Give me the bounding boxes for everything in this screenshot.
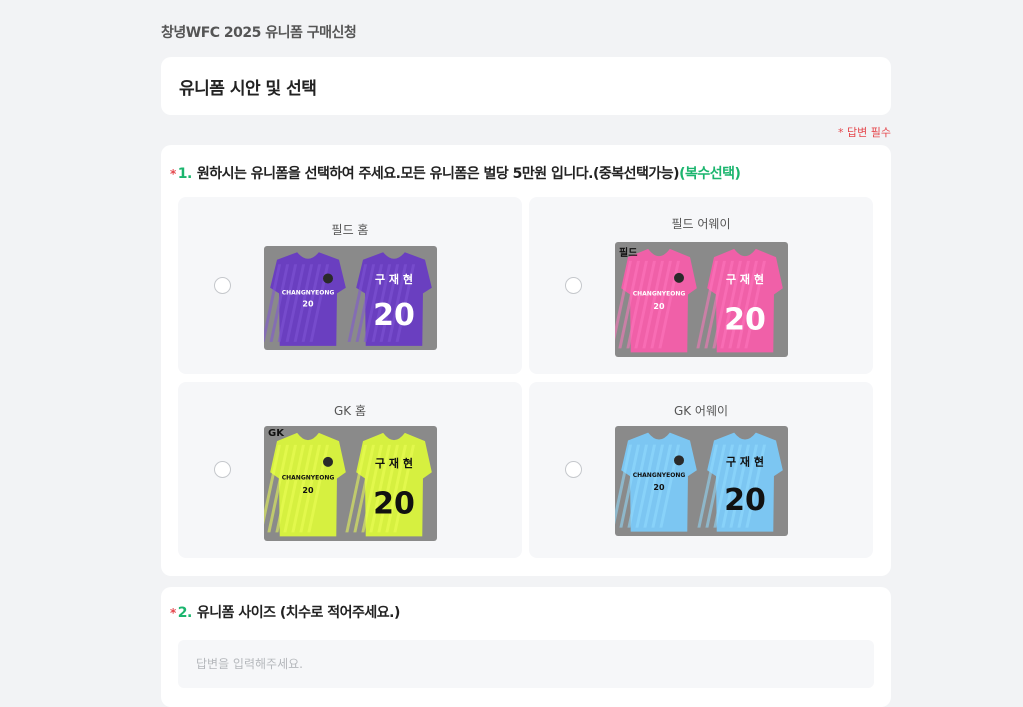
uniform-option[interactable]: 필드 어웨이 CHANGNYEONG 20 구 재 현 20 필드 (529, 197, 873, 374)
question-number: 2. (177, 605, 193, 621)
jersey-graphic: CHANGNYEONG 20 구 재 현 20 (615, 426, 788, 536)
jersey-back-number: 20 (373, 298, 415, 333)
jersey-front-number: 20 (302, 486, 314, 495)
jersey-front (621, 248, 697, 353)
option-label: 필드 어웨이 (671, 217, 731, 231)
uniform-option[interactable]: GK 어웨이 CHANGNYEONG 20 구 재 현 20 (529, 382, 873, 558)
option-label: GK 어웨이 (673, 404, 729, 418)
option-radio[interactable] (565, 461, 582, 478)
jersey-back-number: 20 (724, 483, 766, 518)
jersey-back-number: 20 (373, 487, 415, 522)
question-2-card: * 2. 유니폼 사이즈 (치수로 적어주세요.) (161, 587, 891, 707)
question-1-heading: * 1. 원하시는 유니폼을 선택하여 주세요.모든 유니폼은 벌당 5만원 입… (170, 163, 741, 183)
question-1-card: * 1. 원하시는 유니폼을 선택하여 주세요.모든 유니폼은 벌당 5만원 입… (161, 145, 891, 576)
jersey-club-text: CHANGNYEONG (282, 289, 335, 296)
question-extra: (복수선택) (679, 166, 741, 182)
jersey-club-text: CHANGNYEONG (633, 290, 686, 297)
required-asterisk: * (170, 606, 176, 620)
jersey-club-text: CHANGNYEONG (282, 474, 335, 481)
jersey-player-name: 구 재 현 (375, 272, 413, 286)
option-radio[interactable] (214, 277, 231, 294)
question-number: 1. (177, 166, 193, 182)
question-2-heading: * 2. 유니폼 사이즈 (치수로 적어주세요.) (170, 602, 400, 622)
crest-icon (323, 456, 333, 467)
uniform-option[interactable]: 필드 홈 CHANGNYEONG 20 구 재 현 20 (178, 197, 522, 374)
required-asterisk: * (170, 167, 176, 181)
option-label: GK 홈 (333, 404, 367, 418)
jersey-club-text: CHANGNYEONG (633, 472, 686, 479)
question-text: 원하시는 유니폼을 선택하여 주세요.모든 유니폼은 벌당 5만원 입니다.(중… (196, 166, 680, 182)
jersey-player-name: 구 재 현 (726, 454, 764, 468)
option-radio[interactable] (565, 277, 582, 294)
form-title: 창녕WFC 2025 유니폼 구매신청 (161, 25, 357, 41)
jersey-player-name: 구 재 현 (726, 272, 764, 286)
section-card: 유니폼 시안 및 선택 (161, 57, 891, 115)
jersey-graphic: CHANGNYEONG 20 구 재 현 20 (264, 246, 437, 350)
uniform-option[interactable]: GK 홈 CHANGNYEONG 20 구 재 현 20 GK (178, 382, 522, 558)
option-radio[interactable] (214, 461, 231, 478)
jersey-graphic: CHANGNYEONG 20 구 재 현 20 (615, 242, 788, 357)
image-corner-tag: GK (268, 428, 284, 439)
image-corner-tag: 필드 (619, 248, 638, 259)
section-title: 유니폼 시안 및 선택 (179, 78, 317, 99)
size-answer-input[interactable] (178, 640, 874, 688)
crest-icon (323, 273, 333, 284)
uniform-image: CHANGNYEONG 20 구 재 현 20 (264, 246, 437, 350)
option-label: 필드 홈 (331, 223, 369, 237)
jersey-front-number: 20 (653, 483, 665, 492)
required-note: * 답변 필수 (838, 126, 891, 139)
jersey-back-number: 20 (724, 303, 766, 338)
question-text: 유니폼 사이즈 (치수로 적어주세요.) (196, 605, 401, 621)
uniform-image: CHANGNYEONG 20 구 재 현 20 (615, 426, 788, 536)
uniform-image: CHANGNYEONG 20 구 재 현 20 GK (264, 426, 437, 541)
jersey-graphic: CHANGNYEONG 20 구 재 현 20 (264, 426, 437, 541)
jersey-front-number: 20 (302, 300, 314, 309)
jersey-front-number: 20 (653, 302, 665, 311)
crest-icon (674, 455, 684, 466)
jersey-player-name: 구 재 현 (375, 456, 413, 470)
jersey-front (270, 432, 346, 537)
uniform-image: CHANGNYEONG 20 구 재 현 20 필드 (615, 242, 788, 357)
crest-icon (674, 272, 684, 283)
